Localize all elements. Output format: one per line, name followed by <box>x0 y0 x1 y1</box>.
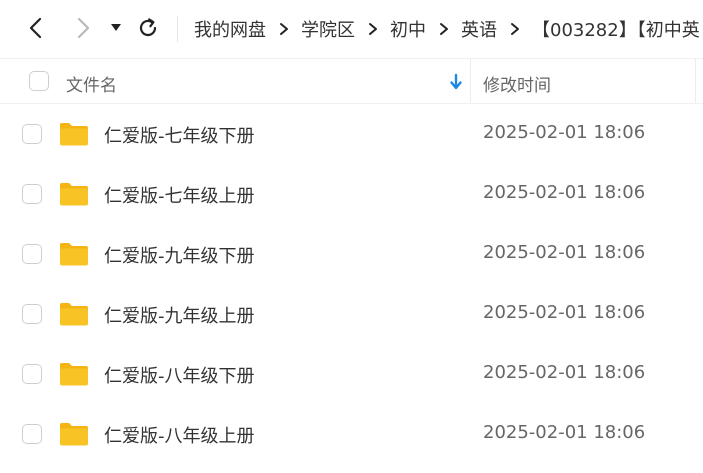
select-all-checkbox[interactable] <box>29 71 49 91</box>
file-modified-time: 2025-02-01 18:06 <box>483 302 646 323</box>
file-modified-time: 2025-02-01 18:06 <box>483 362 646 383</box>
file-name[interactable]: 仁爱版-八年级上册 <box>104 422 255 448</box>
refresh-button[interactable] <box>134 14 162 42</box>
file-name[interactable]: 仁爱版-七年级下册 <box>104 122 255 148</box>
list-item[interactable]: 仁爱版-七年级下册 2025-02-01 18:06 <box>0 104 703 164</box>
breadcrumb-item-english[interactable]: 英语 <box>461 16 497 42</box>
file-name[interactable]: 仁爱版-九年级上册 <box>104 302 255 328</box>
list-item[interactable]: 仁爱版-九年级下册 2025-02-01 18:06 <box>0 224 703 284</box>
folder-icon <box>60 123 88 146</box>
folder-icon <box>60 243 88 266</box>
toolbar-divider <box>177 16 178 42</box>
row-checkbox[interactable] <box>22 364 42 384</box>
breadcrumb-item-junior-high[interactable]: 初中 <box>390 16 426 42</box>
file-modified-time: 2025-02-01 18:06 <box>483 422 646 443</box>
refresh-icon <box>139 18 157 37</box>
column-divider[interactable] <box>695 59 696 103</box>
chevron-right-icon <box>77 17 90 39</box>
row-checkbox[interactable] <box>22 424 42 444</box>
breadcrumb-item-my-drive[interactable]: 我的网盘 <box>194 16 266 42</box>
history-dropdown-button[interactable] <box>104 14 128 42</box>
row-checkbox[interactable] <box>22 124 42 144</box>
toolbar: 我的网盘 学院区 初中 英语 【003282】【初中英 <box>0 0 703 58</box>
breadcrumb-separator-icon <box>510 22 520 36</box>
breadcrumb-item-academy[interactable]: 学院区 <box>301 16 355 42</box>
breadcrumb-separator-icon <box>279 22 289 36</box>
list-item[interactable]: 仁爱版-八年级上册 2025-02-01 18:06 <box>0 404 703 464</box>
file-modified-time: 2025-02-01 18:06 <box>483 122 646 143</box>
breadcrumb-separator-icon <box>368 22 378 36</box>
file-name[interactable]: 仁爱版-七年级上册 <box>104 182 255 208</box>
breadcrumb: 我的网盘 学院区 初中 英语 【003282】【初中英 <box>194 0 700 58</box>
breadcrumb-item-current-folder[interactable]: 【003282】【初中英 <box>532 16 700 42</box>
list-item[interactable]: 仁爱版-七年级上册 2025-02-01 18:06 <box>0 164 703 224</box>
list-item[interactable]: 仁爱版-九年级上册 2025-02-01 18:06 <box>0 284 703 344</box>
folder-icon <box>60 303 88 326</box>
list-item[interactable]: 仁爱版-八年级下册 2025-02-01 18:06 <box>0 344 703 404</box>
folder-icon <box>60 423 88 446</box>
file-name[interactable]: 仁爱版-八年级下册 <box>104 362 255 388</box>
back-button[interactable] <box>22 14 50 42</box>
file-modified-time: 2025-02-01 18:06 <box>483 242 646 263</box>
row-checkbox[interactable] <box>22 184 42 204</box>
folder-icon <box>60 363 88 386</box>
arrow-down-icon[interactable] <box>449 72 463 92</box>
row-checkbox[interactable] <box>22 244 42 264</box>
row-checkbox[interactable] <box>22 304 42 324</box>
column-divider[interactable] <box>470 59 471 103</box>
chevron-left-icon <box>29 17 42 39</box>
file-name[interactable]: 仁爱版-九年级下册 <box>104 242 255 268</box>
column-header-name[interactable]: 文件名 <box>66 71 117 96</box>
column-header-modified[interactable]: 修改时间 <box>483 71 551 96</box>
file-list-header: 文件名 修改时间 <box>0 58 703 104</box>
breadcrumb-separator-icon <box>439 22 449 36</box>
caret-down-icon <box>111 24 121 31</box>
folder-icon <box>60 183 88 206</box>
forward-button[interactable] <box>69 14 97 42</box>
file-modified-time: 2025-02-01 18:06 <box>483 182 646 203</box>
